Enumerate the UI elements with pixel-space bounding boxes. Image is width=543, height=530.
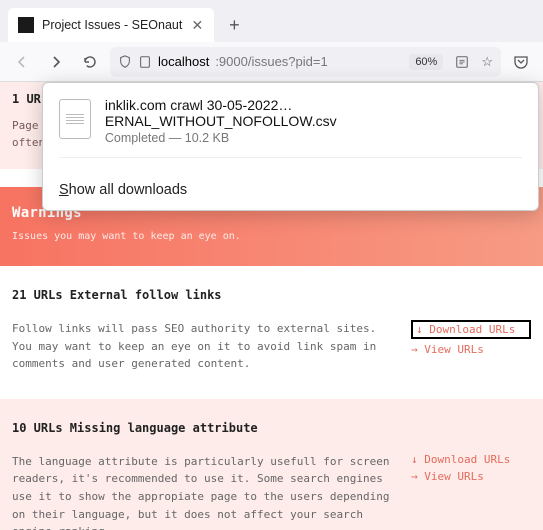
view-urls-link[interactable]: → View URLs: [411, 470, 531, 483]
url-host: localhost: [158, 54, 209, 69]
issue-title: 21 URLs External follow links: [12, 288, 531, 302]
issue-block: 21 URLs External follow links Follow lin…: [0, 266, 543, 399]
issue-title: 10 URLs Missing language attribute: [12, 421, 531, 435]
issue-block: 10 URLs Missing language attribute The l…: [0, 399, 543, 530]
issue-description: The language attribute is particularly u…: [12, 453, 393, 530]
warnings-subtitle: Issues you may want to keep an eye on.: [12, 231, 531, 242]
shield-icon: [118, 55, 132, 69]
forward-button[interactable]: [42, 48, 70, 76]
page-icon: [138, 55, 152, 69]
show-all-downloads[interactable]: Show all downloads: [59, 178, 522, 198]
download-urls-link[interactable]: ↓ Download URLs: [411, 453, 531, 466]
downloads-panel: inklik.com crawl 30-05-2022…ERNAL_WITHOU…: [42, 82, 539, 211]
bookmark-icon[interactable]: ☆: [481, 54, 493, 70]
zoom-level[interactable]: 60%: [409, 54, 443, 70]
reader-icon[interactable]: [455, 55, 469, 69]
download-urls-link[interactable]: ↓ Download URLs: [411, 320, 531, 339]
file-icon: [59, 99, 91, 139]
url-bar[interactable]: localhost :9000/issues?pid=1 60% ☆: [110, 47, 501, 77]
reload-button[interactable]: [76, 48, 104, 76]
issue-actions: ↓ Download URLs → View URLs: [411, 320, 531, 373]
pocket-icon[interactable]: [507, 48, 535, 76]
issue-description: Follow links will pass SEO authority to …: [12, 320, 393, 373]
close-icon[interactable]: ✕: [190, 18, 204, 32]
tab-bar: Project Issues - SEOnaut ✕ +: [0, 0, 543, 42]
download-filename: inklik.com crawl 30-05-2022…ERNAL_WITHOU…: [105, 97, 522, 129]
new-tab-button[interactable]: +: [220, 11, 248, 39]
url-path: :9000/issues?pid=1: [215, 54, 327, 69]
tab-title: Project Issues - SEOnaut: [42, 18, 182, 32]
toolbar: localhost :9000/issues?pid=1 60% ☆: [0, 42, 543, 82]
download-item[interactable]: inklik.com crawl 30-05-2022…ERNAL_WITHOU…: [59, 97, 522, 145]
view-urls-link[interactable]: → View URLs: [411, 343, 531, 356]
back-button[interactable]: [8, 48, 36, 76]
download-status: Completed — 10.2 KB: [105, 131, 522, 145]
browser-tab[interactable]: Project Issues - SEOnaut ✕: [8, 8, 214, 42]
issue-actions: ↓ Download URLs → View URLs: [411, 453, 531, 530]
tab-favicon: [18, 17, 34, 33]
